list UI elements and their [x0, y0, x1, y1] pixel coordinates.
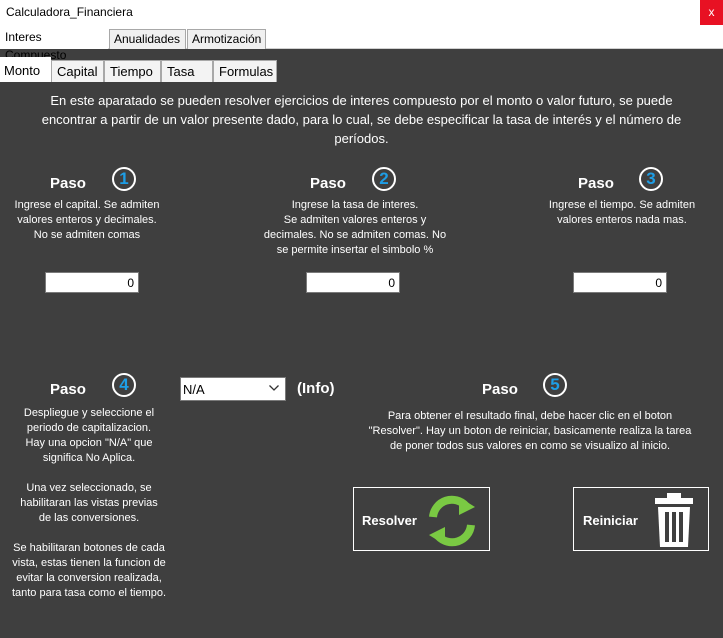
resolver-label: Resolver — [362, 513, 417, 528]
step-1-description: Ingrese el capital. Se admiten valores e… — [14, 199, 160, 241]
tab-monto[interactable]: Monto — [0, 57, 51, 82]
sub-tab-bar: Monto Capital Tiempo Tasa Formulas — [0, 57, 723, 82]
tab-anualidades[interactable]: Anualidades — [109, 29, 186, 49]
reiniciar-button[interactable]: Reiniciar — [573, 487, 709, 551]
step-3-number: 3 — [639, 167, 663, 191]
title-bar: Calculadora_Financiera x — [0, 0, 723, 27]
time-input[interactable] — [573, 272, 667, 293]
select-value: N/A — [183, 382, 205, 397]
tab-capital[interactable]: Capital — [51, 60, 104, 82]
capital-input[interactable] — [45, 272, 139, 293]
refresh-icon — [429, 495, 475, 547]
close-button[interactable]: x — [700, 0, 723, 25]
trash-icon — [655, 493, 693, 547]
resolver-button[interactable]: Resolver — [353, 487, 490, 551]
step-2-title: Paso — [310, 175, 346, 192]
step-4-title: Paso — [50, 381, 86, 398]
step-4-description: Despliegue y seleccione el periodo de ca… — [11, 407, 167, 599]
step-1-title: Paso — [50, 175, 86, 192]
step-2-description: Ingrese la tasa de interes. Se admiten v… — [263, 199, 447, 256]
tab-tasa[interactable]: Tasa — [161, 60, 213, 82]
tab-formulas[interactable]: Formulas — [213, 60, 277, 82]
step-5-description: Para obtener el resultado final, debe ha… — [368, 410, 692, 452]
step-5-number: 5 — [543, 373, 567, 397]
tab-tiempo[interactable]: Tiempo — [104, 60, 161, 82]
reiniciar-label: Reiniciar — [583, 513, 638, 528]
capitalization-period-select[interactable]: N/A — [180, 377, 286, 401]
step-1-number: 1 — [112, 167, 136, 191]
main-tab-bar: Interes Compuesto Anualidades Armotizaci… — [0, 27, 723, 62]
tab-armotizacion[interactable]: Armotización — [187, 29, 266, 49]
tab-interes-compuesto[interactable]: Interes Compuesto — [0, 27, 108, 62]
step-4-number: 4 — [112, 373, 136, 397]
window-title: Calculadora_Financiera — [6, 5, 133, 19]
step-3-title: Paso — [578, 175, 614, 192]
step-5-title: Paso — [482, 381, 518, 398]
step-2-number: 2 — [372, 167, 396, 191]
step-3-description: Ingrese el tiempo. Se admiten valores en… — [548, 199, 696, 226]
chevron-down-icon — [269, 385, 279, 391]
interest-rate-input[interactable] — [306, 272, 400, 293]
intro-text: En este aparatado se pueden resolver eje… — [41, 93, 682, 146]
info-link[interactable]: (Info) — [297, 380, 334, 397]
